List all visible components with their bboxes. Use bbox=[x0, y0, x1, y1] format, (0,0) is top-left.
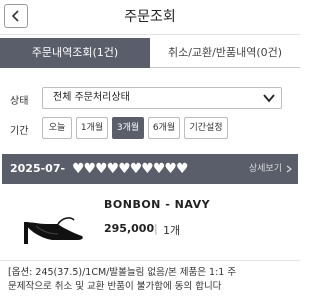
status-select[interactable]: 전체 주문처리상태 bbox=[42, 87, 282, 109]
order-tabs: 주문내역조회(1건) 취소/교환/반품내역(0건) bbox=[0, 38, 300, 68]
product-image[interactable] bbox=[18, 196, 88, 256]
period-6month-button[interactable]: 6개월 bbox=[148, 117, 180, 139]
tab-cancel-return[interactable]: 취소/교환/반품내역(0건) bbox=[150, 38, 300, 68]
product-name[interactable]: BONBON - NAVY bbox=[104, 198, 210, 211]
qty-separator: | bbox=[154, 222, 158, 235]
period-label: 기간 bbox=[10, 126, 29, 137]
period-custom-button[interactable]: 기간설정 bbox=[184, 117, 228, 139]
chevron-right-icon bbox=[286, 165, 292, 173]
options-line-1: [옵션: 245(37.5)/1CM/발볼늘림 없음/본 제품은 1:1 주 bbox=[8, 267, 237, 278]
page-title: 주문조회 bbox=[124, 9, 176, 25]
product-options: [옵션: 245(37.5)/1CM/발볼늘림 없음/본 제품은 1:1 주 문… bbox=[8, 266, 294, 294]
product-price: 295,000 bbox=[104, 222, 155, 235]
period-1month-button[interactable]: 1개월 bbox=[76, 117, 108, 139]
product-quantity: 1개 bbox=[163, 224, 181, 237]
order-header-bar: 2025-07- ♥♥♥♥♥♥♥♥♥♥ 상세보기 bbox=[2, 154, 298, 184]
status-select-value: 전체 주문처리상태 bbox=[53, 92, 130, 103]
masked-order-number: ♥♥♥♥♥♥♥♥♥♥ bbox=[72, 161, 189, 177]
divider bbox=[0, 260, 300, 261]
back-button[interactable] bbox=[4, 4, 28, 28]
tab-order-history[interactable]: 주문내역조회(1건) bbox=[0, 38, 150, 68]
chevron-left-icon bbox=[11, 10, 19, 22]
period-today-button[interactable]: 오늘 bbox=[42, 117, 72, 139]
status-label: 상태 bbox=[10, 96, 29, 107]
order-detail-link[interactable]: 상세보기 bbox=[249, 154, 282, 184]
period-3month-button[interactable]: 3개월 bbox=[112, 117, 144, 139]
chevron-down-icon bbox=[263, 94, 275, 103]
header-bar: 주문조회 bbox=[0, 0, 300, 35]
options-line-2: 문제작으로 취소 및 교환 반품이 불가함에 동의 합니다 bbox=[8, 281, 222, 292]
order-date: 2025-07- bbox=[10, 162, 66, 175]
